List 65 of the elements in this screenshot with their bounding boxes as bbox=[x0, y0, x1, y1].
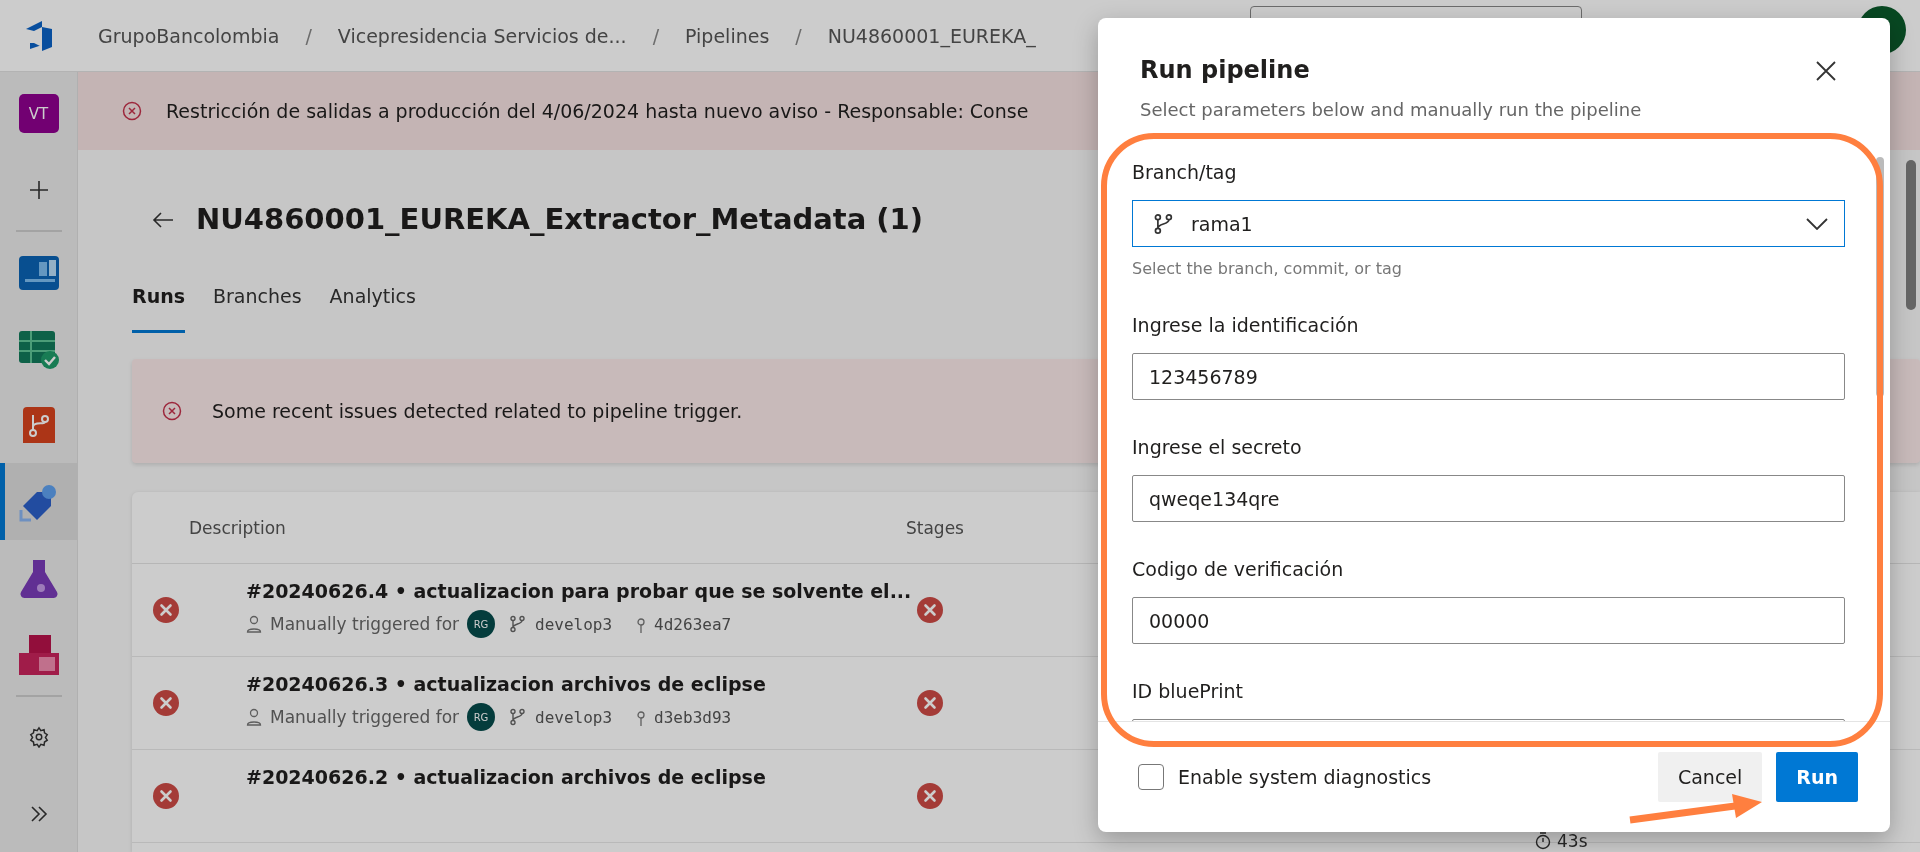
tab[interactable]: Branches bbox=[213, 279, 302, 333]
run-button[interactable]: Run bbox=[1776, 752, 1858, 802]
branch-icon bbox=[509, 615, 528, 633]
chevron-down-icon bbox=[1806, 217, 1828, 230]
user-avatar: RG bbox=[467, 610, 496, 638]
column-header: Description bbox=[188, 517, 287, 538]
dialog-title: Run pipeline bbox=[1140, 56, 1310, 85]
banner-text: Restricción de salidas a producción del 4/06/2024 hasta nuevo aviso - Responsable: Conse bbox=[166, 100, 1029, 122]
error-icon bbox=[152, 782, 180, 810]
branch-name: develop3 bbox=[535, 614, 613, 634]
breadcrumb-separator: / bbox=[305, 24, 312, 47]
help-text: Select the branch, commit, or tag bbox=[1132, 259, 1403, 278]
error-icon bbox=[916, 782, 944, 810]
error-icon bbox=[152, 689, 180, 717]
trigger-text: Manually triggered for bbox=[270, 707, 460, 727]
breadcrumb-link[interactable]: GrupoBancolombia bbox=[98, 24, 280, 47]
settings-icon[interactable] bbox=[27, 726, 50, 749]
column-header: Stages bbox=[906, 517, 965, 538]
dialog-subtitle: Select parameters below and manually run the pipeline bbox=[1140, 99, 1643, 121]
breadcrumb-link[interactable]: Vicepresidencia Servicios de... bbox=[337, 24, 627, 47]
checkbox[interactable] bbox=[1138, 764, 1164, 790]
breadcrumb-separator: / bbox=[652, 24, 660, 47]
tab[interactable]: Runs bbox=[132, 279, 185, 333]
field-label: Branch/tag bbox=[1132, 161, 1238, 184]
error-icon bbox=[122, 101, 142, 121]
run-title: #20240626.2 • actualizacion archivos de eclipse bbox=[246, 766, 767, 788]
alert-text: Some recent issues detected related to pipeline trigger. bbox=[212, 400, 743, 422]
trigger-text: Manually triggered for bbox=[270, 614, 460, 634]
back-arrow-icon[interactable] bbox=[152, 210, 174, 229]
input-field[interactable]: 00000 bbox=[1132, 597, 1845, 644]
breadcrumb-link[interactable]: Pipelines bbox=[685, 24, 770, 47]
project-avatar[interactable]: VT bbox=[18, 94, 59, 134]
branch-icon bbox=[1153, 212, 1175, 235]
input-field[interactable]: qweqe134qre bbox=[1132, 475, 1845, 522]
branch-icon bbox=[509, 708, 528, 726]
person-icon bbox=[246, 615, 262, 633]
error-icon bbox=[916, 596, 944, 624]
scrollbar-thumb[interactable] bbox=[1906, 160, 1916, 310]
selected-nav-item[interactable] bbox=[0, 463, 78, 540]
input-field[interactable]: 123456789 bbox=[1132, 353, 1845, 400]
error-icon bbox=[152, 596, 180, 624]
breadcrumb-separator: / bbox=[795, 24, 802, 47]
plus-icon[interactable] bbox=[27, 178, 50, 201]
error-icon bbox=[162, 401, 182, 421]
checkbox-label: Enable system diagnostics bbox=[1178, 766, 1433, 788]
cancel-button[interactable]: Cancel bbox=[1657, 752, 1763, 802]
error-icon bbox=[916, 689, 944, 717]
timer-icon bbox=[1535, 832, 1551, 850]
commit-hash: 4d263ea7 bbox=[654, 614, 732, 634]
close-icon bbox=[1815, 60, 1837, 82]
field-label: Ingrese la identificación bbox=[1132, 314, 1360, 337]
commit-icon bbox=[636, 615, 647, 633]
field-label: ID bluePrint bbox=[1132, 680, 1245, 703]
package-icon[interactable] bbox=[16, 632, 61, 677]
tab[interactable]: Analytics bbox=[329, 279, 416, 333]
branch-name: develop3 bbox=[535, 707, 613, 727]
page-title: NU4860001_EUREKA_Extractor_Metadata (1) bbox=[196, 202, 923, 237]
user-avatar: RG bbox=[467, 703, 496, 731]
commit-icon bbox=[636, 708, 647, 726]
field-label: Ingrese el secreto bbox=[1132, 436, 1303, 459]
breadcrumb-link[interactable]: NU4860001_EUREKA_ bbox=[827, 24, 1036, 47]
person-icon bbox=[246, 708, 262, 726]
run-title: #20240626.3 • actualizacion archivos de eclipse bbox=[246, 673, 767, 695]
commit-hash: d3eb3d93 bbox=[654, 707, 732, 727]
branch-dropdown[interactable]: rama1 bbox=[1132, 200, 1845, 247]
